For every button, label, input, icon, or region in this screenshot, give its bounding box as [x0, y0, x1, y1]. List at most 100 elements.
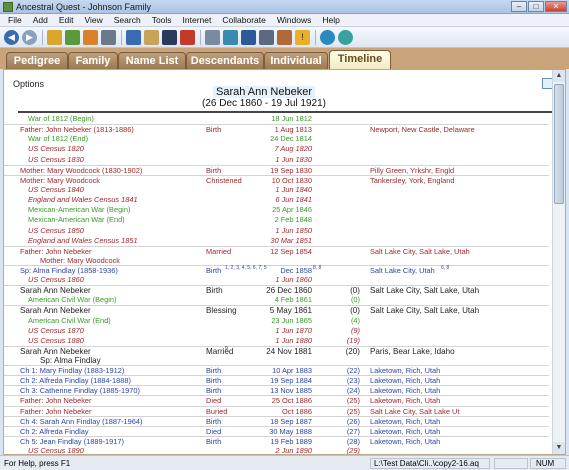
timeline-row[interactable]: War of 1812 (End) 24 Dec 1814 — [4, 134, 549, 144]
row-name: US Census 1860 — [28, 274, 84, 284]
timeline-row[interactable]: Father: John Nebeker (1813-1886) Birth 1 A… — [4, 124, 549, 134]
timeline-row[interactable]: Ch 4: Sarah Ann Findlay (1887-1964) Birth… — [4, 415, 549, 426]
timeline-row[interactable]: Mother: Mary Woodcock Christened 10 Oct 18… — [4, 174, 549, 185]
timeline-row[interactable]: US Census 1830 1 Jun 1830 — [4, 155, 549, 165]
tab-name-list[interactable]: Name List — [118, 52, 186, 69]
timeline-row[interactable]: War of 1812 (Begin) 18 Jun 1812 — [4, 114, 549, 124]
row-age: (23) — [346, 376, 360, 386]
report-icon[interactable] — [259, 29, 274, 45]
sources-icon[interactable] — [180, 29, 195, 45]
row-date: 13 Nov 1885 — [270, 386, 312, 396]
timeline-row[interactable]: England and Wales Census 1841 6 Jun 1841 — [4, 195, 549, 205]
menu-windows[interactable]: Windows — [277, 15, 311, 25]
row-name: Mother: Mary Woodcock — [20, 175, 100, 185]
row-age: (4) — [350, 315, 360, 325]
timeline-row[interactable]: Sarah Ann Nebeker Blessing 5 May 1861 (0) Sa… — [4, 305, 549, 315]
menu-tools[interactable]: Tools — [152, 15, 172, 25]
tab-individual[interactable]: Individual — [264, 52, 328, 69]
row-name: Ch 3: Catherine Findlay (1885-1970) — [20, 386, 140, 396]
timeline-row[interactable]: US Census 1890 2 Jun 1890 (29) — [4, 446, 549, 455]
timeline-row[interactable]: US Census 1840 1 Jun 1840 — [4, 185, 549, 195]
back-icon[interactable]: ◀ — [4, 29, 19, 45]
toolbar-separator — [42, 29, 43, 45]
menu-collaborate[interactable]: Collaborate — [222, 15, 265, 25]
timeline-row[interactable]: Mexican-American War (End) 2 Feb 1848 — [4, 215, 549, 225]
timeline-row[interactable]: Father: John Nebeker Mother: Mary Woodcoc… — [4, 245, 549, 265]
tab-pedigree[interactable]: Pedigree — [6, 52, 68, 69]
timeline-row[interactable]: Ch 2: Alfreda Findlay Died 30 May 1888 (27)… — [4, 425, 549, 436]
maximize-button[interactable]: □ — [528, 1, 544, 12]
timeline-row[interactable]: Father: John Nebeker Died 25 Oct 1886 (25) L… — [4, 395, 549, 405]
timeline-row[interactable]: Sp: Alma Findlay (1858-1936) Birth 1, 2, 3… — [4, 264, 549, 275]
scroll-down-icon[interactable]: ▼ — [553, 442, 565, 454]
row-name: Father: John Nebeker — [20, 246, 92, 256]
timeline-row[interactable]: Ch 5: Jean Findlay (1889-1917) Birth 19 Fe… — [4, 435, 549, 446]
chart-icon[interactable] — [241, 29, 256, 45]
forward-icon[interactable]: ▶ — [22, 29, 37, 45]
timeline-row[interactable]: Ch 2: Alfreda Findlay (1884-1888) Birth 19… — [4, 375, 549, 385]
warning-icon[interactable]: ! — [295, 29, 310, 45]
row-date: 30 May 1888 — [269, 426, 312, 436]
row-age: (22) — [346, 365, 360, 375]
menu-search[interactable]: Search — [114, 15, 141, 25]
print-icon[interactable] — [101, 29, 116, 45]
close-button[interactable]: ✕ — [545, 1, 567, 12]
vertical-scrollbar[interactable]: ▲ ▼ — [552, 70, 565, 454]
row-age: (0) — [350, 295, 360, 305]
row-name: War of 1812 (End) — [28, 134, 89, 144]
menu-view[interactable]: View — [84, 15, 102, 25]
timeline-row[interactable]: Ch 3: Catherine Findlay (1885-1970) Birth… — [4, 385, 549, 395]
timeline-row[interactable]: England and Wales Census 1851 30 Mar 1851 — [4, 236, 549, 246]
row-event-type: Birth — [206, 286, 223, 296]
timeline-row[interactable]: American Civil War (End) 23 Jun 1865 (4) — [4, 316, 549, 326]
edit-icon[interactable] — [144, 29, 159, 45]
row-place-citations: 6, 8 — [441, 264, 450, 271]
tab-family[interactable]: Family — [68, 52, 118, 69]
internet-icon[interactable] — [320, 29, 335, 45]
row-date: 2 Jun 1890 — [275, 446, 312, 455]
timeline-row[interactable]: Ch 1: Mary Findlay (1883-1912) Birth 10 Ap… — [4, 364, 549, 375]
row-place: Salt Lake City, Salt Lake, Utah — [370, 286, 480, 296]
minimize-button[interactable]: – — [511, 1, 527, 12]
timeline-row[interactable]: Mother: Mary Woodcock (1830-1902) Birth 19… — [4, 164, 549, 175]
scroll-up-icon[interactable]: ▲ — [553, 70, 565, 82]
menu-file[interactable]: File — [8, 15, 22, 25]
export-icon[interactable] — [83, 29, 98, 45]
row-place: Laketown, Rich, Utah — [370, 376, 441, 386]
header-divider — [18, 111, 552, 113]
home-icon[interactable] — [277, 29, 292, 45]
tab-descendants[interactable]: Descendants — [186, 52, 264, 69]
notes-icon[interactable] — [205, 29, 220, 45]
row-event-type: Birth — [206, 416, 222, 426]
row-place: Laketown, Rich, Utah — [370, 426, 441, 436]
tab-timeline[interactable]: Timeline — [329, 50, 391, 69]
timeline-row[interactable]: US Census 1820 7 Aug 1820 — [4, 144, 549, 154]
window-controls: – □ ✕ — [511, 1, 567, 12]
timeline-row[interactable]: Sarah Ann Nebeker Sp: Alma Findlay Married… — [4, 345, 549, 365]
import-icon[interactable] — [65, 29, 80, 45]
row-date: 10 Apr 1883 — [272, 365, 312, 375]
row-date: 23 Jun 1865 — [271, 315, 312, 325]
menu-help[interactable]: Help — [322, 15, 339, 25]
family-icon[interactable] — [223, 29, 238, 45]
menu-add[interactable]: Add — [33, 15, 48, 25]
row-date: 19 Sep 1884 — [270, 376, 312, 386]
timeline-row[interactable]: US Census 1850 1 Jun 1850 — [4, 226, 549, 236]
row-name: Father: John Nebeker — [20, 406, 92, 416]
timeline-row[interactable]: Sarah Ann Nebeker Birth 26 Dec 1860 (0) Salt… — [4, 285, 549, 295]
row-date: 25 Apr 1846 — [272, 205, 312, 215]
timeline-row[interactable]: US Census 1870 1 Jun 1870 (9) — [4, 326, 549, 336]
row-age: (24) — [346, 386, 360, 396]
menu-internet[interactable]: Internet — [183, 15, 212, 25]
timeline-row[interactable]: Father: John Nebeker Buried Oct 1886 (25) Sa… — [4, 405, 549, 416]
sync-icon[interactable] — [338, 29, 353, 45]
open-icon[interactable] — [47, 29, 62, 45]
person-icon[interactable] — [126, 29, 141, 45]
timeline-row[interactable]: Mexican-American War (Begin) 25 Apr 1846 — [4, 205, 549, 215]
timeline-row[interactable]: US Census 1880 1 Jun 1880 (19) — [4, 336, 549, 346]
timeline-row[interactable]: American Civil War (Begin) 4 Feb 1861 (0) — [4, 295, 549, 305]
scrapbook-icon[interactable] — [162, 29, 177, 45]
menu-edit[interactable]: Edit — [59, 15, 74, 25]
timeline-row[interactable]: US Census 1860 1 Jun 1860 — [4, 275, 549, 285]
scroll-thumb[interactable] — [554, 84, 564, 204]
